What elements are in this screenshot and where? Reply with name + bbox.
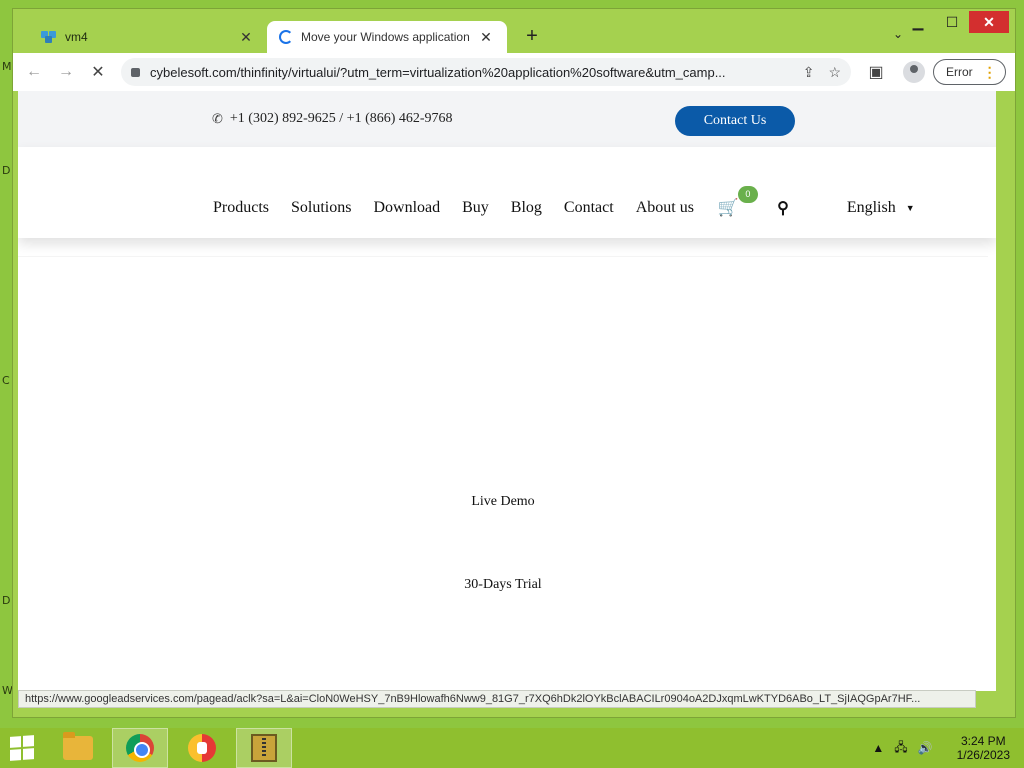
cart-icon[interactable]: 🛒 0	[718, 185, 758, 218]
archive-icon	[251, 734, 277, 762]
clock-date: 1/26/2023	[956, 748, 1010, 762]
volume-icon[interactable]: 🔊	[918, 741, 933, 755]
page-viewport: ✆ +1 (302) 892-9625 / +1 (866) 462-9768 …	[18, 91, 996, 691]
language-label: English	[846, 198, 896, 216]
nav-download[interactable]: Download	[373, 199, 440, 217]
contact-us-button[interactable]: Contact Us	[675, 106, 795, 136]
trial-link[interactable]: 30-Days Trial	[18, 577, 988, 593]
network-icon[interactable]: 🖧	[894, 738, 907, 759]
menu-kebab-icon: ⋮	[982, 63, 997, 80]
tab-active-page[interactable]: Move your Windows application ✕	[267, 21, 507, 53]
toolbar-right: ▣ Error ⋮	[863, 59, 1006, 85]
vpn-icon	[188, 734, 216, 762]
url-text[interactable]: cybelesoft.com/thinfinity/virtualui/?utm…	[150, 65, 789, 80]
loading-spinner-icon	[279, 30, 293, 44]
taskbar-file-explorer[interactable]	[50, 728, 106, 768]
profile-error-button[interactable]: Error ⋮	[933, 59, 1006, 85]
hero-panel	[18, 256, 988, 691]
vm-icon	[41, 31, 57, 43]
search-icon[interactable]: ⚲	[777, 198, 789, 218]
address-bar[interactable]: cybelesoft.com/thinfinity/virtualui/?utm…	[121, 58, 851, 86]
site-topbar: ✆ +1 (302) 892-9625 / +1 (866) 462-9768 …	[18, 91, 996, 147]
browser-window: ▁ ☐ ✕ vm4 ✕ Move your Windows applicatio…	[12, 8, 1016, 718]
nav-about-us[interactable]: About us	[636, 199, 694, 217]
phone-text[interactable]: +1 (302) 892-9625 / +1 (866) 462-9768	[230, 111, 453, 127]
system-tray: ▲ 🖧 🔊 3:24 PM 1/26/2023	[872, 728, 1024, 768]
desktop-edge-glyph: D	[2, 164, 11, 177]
windows-logo-icon	[10, 735, 34, 761]
tab-strip: vm4 ✕ Move your Windows application ✕ + …	[19, 21, 1015, 53]
desktop-edge-glyph: C	[2, 374, 10, 387]
taskbar-archive[interactable]	[236, 728, 292, 768]
phone-icon: ✆	[212, 111, 223, 126]
desktop-edge-glyph: D	[2, 594, 11, 607]
forward-icon[interactable]: →	[53, 63, 79, 81]
clock-time: 3:24 PM	[960, 734, 1006, 748]
chrome-icon	[126, 734, 154, 762]
clock[interactable]: 3:24 PM 1/26/2023	[957, 734, 1010, 762]
site-navbar: Products Solutions Download Buy Blog Con…	[18, 147, 996, 238]
taskbar-chrome[interactable]	[112, 728, 168, 768]
nav-blog[interactable]: Blog	[511, 199, 542, 217]
tab-close-icon[interactable]: ✕	[237, 29, 255, 46]
nav-products[interactable]: Products	[213, 199, 269, 217]
live-demo-link[interactable]: Live Demo	[18, 494, 988, 510]
tab-title: vm4	[65, 30, 88, 44]
lock-icon[interactable]	[131, 67, 140, 77]
language-selector[interactable]: English ▼	[847, 199, 915, 217]
caret-down-icon: ▼	[905, 202, 915, 213]
profile-avatar[interactable]	[903, 61, 925, 83]
phone-info: ✆ +1 (302) 892-9625 / +1 (866) 462-9768	[212, 111, 453, 127]
error-label: Error	[946, 65, 973, 79]
page-content: Live Demo 30-Days Trial	[18, 238, 996, 691]
stop-loading-icon[interactable]: ✕	[85, 62, 111, 82]
taskbar-vpn[interactable]	[174, 728, 230, 768]
nav-solutions[interactable]: Solutions	[291, 199, 351, 217]
tab-search-icon[interactable]: ⌄	[893, 27, 903, 41]
browser-toolbar: ← → ✕ cybelesoft.com/thinfinity/virtualu…	[13, 53, 1015, 91]
side-panel-icon[interactable]: ▣	[863, 62, 889, 82]
folder-icon	[63, 732, 93, 760]
back-icon[interactable]: ←	[21, 63, 47, 81]
taskbar: ▲ 🖧 🔊 3:24 PM 1/26/2023	[0, 728, 1024, 768]
tab-close-icon[interactable]: ✕	[477, 29, 495, 46]
tab-title: Move your Windows application	[301, 30, 470, 44]
desktop-edge-glyph: M	[2, 60, 12, 73]
start-button[interactable]	[0, 728, 44, 768]
share-icon[interactable]: ⇪	[803, 64, 815, 81]
cart-count-badge: 0	[737, 185, 758, 203]
new-tab-button[interactable]: +	[519, 25, 545, 48]
show-hidden-icons-icon[interactable]: ▲	[872, 741, 884, 755]
nav-contact[interactable]: Contact	[564, 199, 614, 217]
nav-buy[interactable]: Buy	[462, 199, 489, 217]
tab-vm4[interactable]: vm4 ✕	[29, 21, 267, 53]
link-status-bar: https://www.googleadservices.com/pagead/…	[18, 690, 976, 708]
bookmark-star-icon[interactable]: ☆	[828, 64, 841, 81]
